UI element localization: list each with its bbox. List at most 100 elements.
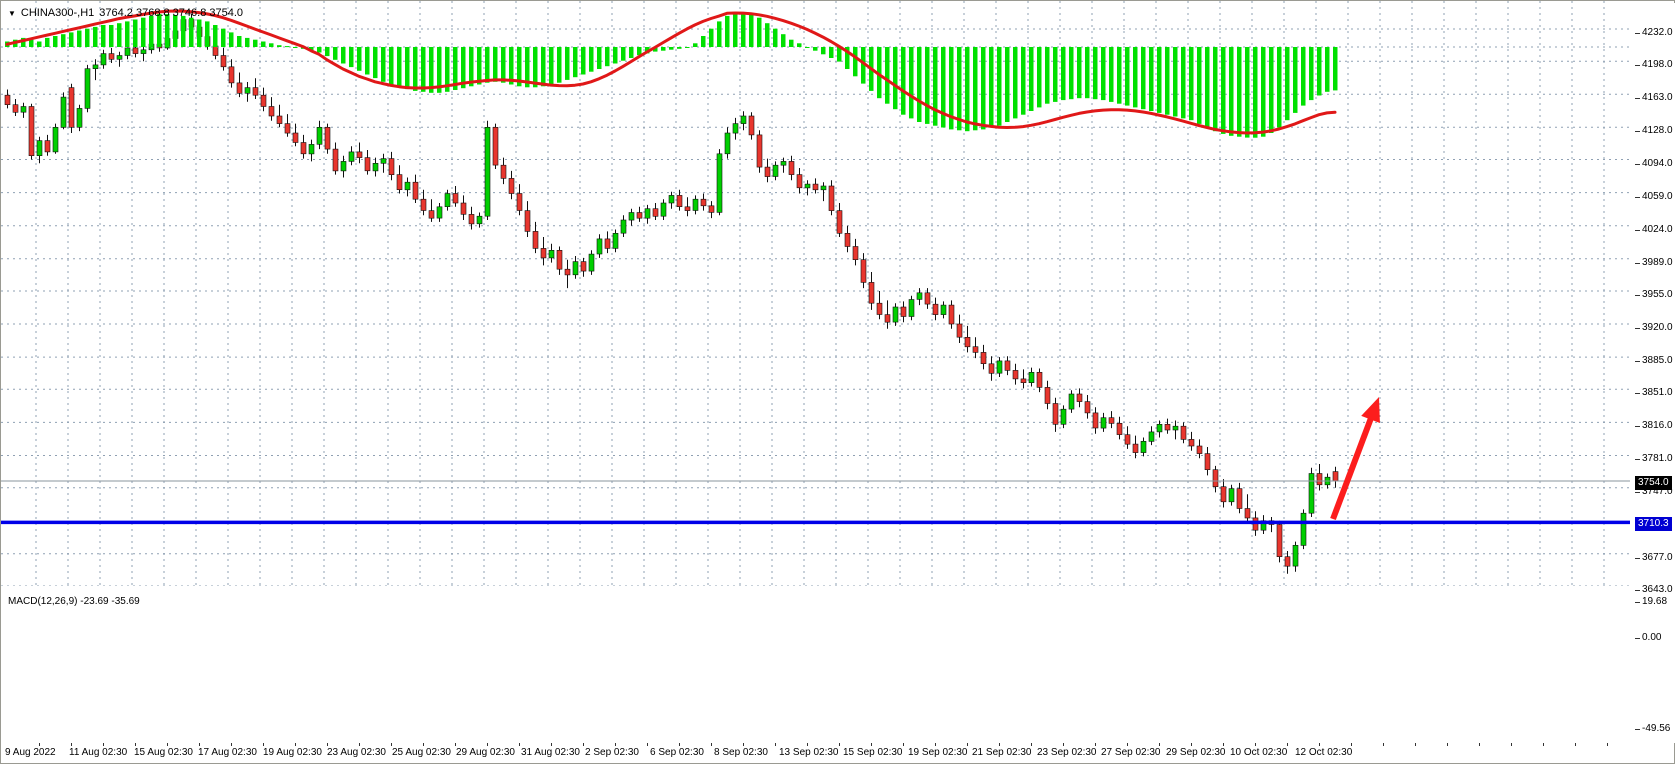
candle <box>1021 379 1026 383</box>
candle <box>349 152 354 162</box>
candle <box>925 293 930 304</box>
macd-histogram-bar <box>365 47 370 75</box>
macd-histogram-bar <box>997 47 1002 126</box>
chart-title: ▼ CHINA300-,H1 3764.2 3768.8 3746.8 3754… <box>8 7 243 19</box>
candle <box>829 186 834 211</box>
macd-histogram-bar <box>1269 47 1274 133</box>
macd-histogram-bar <box>549 47 554 85</box>
price-tick <box>1635 263 1640 264</box>
macd-histogram-bar <box>981 47 986 129</box>
macd-histogram-bar <box>1317 47 1322 96</box>
time-axis-label: 2 Sep 02:30 <box>585 747 639 758</box>
price-tick <box>1635 426 1640 427</box>
ohlc-values: 3764.2 3768.8 3746.8 3754.0 <box>99 7 243 19</box>
time-tick <box>263 743 264 746</box>
candle <box>957 324 962 337</box>
macd-histogram-bar <box>901 47 906 115</box>
candle <box>405 182 410 190</box>
time-tick <box>1351 743 1352 746</box>
candle <box>509 178 514 193</box>
time-tick <box>1319 743 1320 746</box>
candle <box>845 233 850 246</box>
macd-histogram-bar <box>1325 47 1330 92</box>
macd-histogram-bar <box>325 47 330 56</box>
candle <box>1221 487 1226 502</box>
candle <box>453 194 458 204</box>
time-tick <box>167 743 168 746</box>
macd-histogram-bar <box>141 18 146 47</box>
time-tick <box>903 743 904 746</box>
time-tick <box>1159 743 1160 746</box>
candle <box>365 158 370 171</box>
macd-histogram-bar <box>909 47 914 118</box>
trend-arrow-head[interactable] <box>1361 397 1380 423</box>
candle <box>1157 424 1162 432</box>
macd-histogram-bar <box>677 47 682 49</box>
macd-histogram-bar <box>317 47 322 53</box>
price-axis-label: 4232.0 <box>1642 27 1673 38</box>
time-tick <box>1031 743 1032 746</box>
time-tick <box>295 743 296 746</box>
macd-histogram-bar <box>1205 47 1210 128</box>
macd-indicator-pane[interactable] <box>1 588 1632 739</box>
time-tick <box>199 743 200 746</box>
macd-svg <box>1 1 1630 150</box>
time-tick <box>327 743 328 746</box>
macd-histogram-bar <box>333 47 338 60</box>
time-axis-label: 19 Sep 02:30 <box>908 747 968 758</box>
macd-histogram-bar <box>597 47 602 69</box>
price-axis-label: 3851.0 <box>1642 387 1673 398</box>
macd-histogram-bar <box>741 12 746 47</box>
macd-histogram-bar <box>1309 47 1314 100</box>
macd-histogram-bar <box>1125 47 1130 106</box>
candle <box>1109 418 1114 424</box>
time-tick <box>999 743 1000 746</box>
macd-histogram-bar <box>813 47 818 51</box>
macd-histogram-bar <box>1005 47 1010 122</box>
macd-histogram-bar <box>173 15 178 47</box>
macd-histogram-bar <box>165 14 170 47</box>
time-axis[interactable]: 9 Aug 202211 Aug 02:3015 Aug 02:3017 Aug… <box>3 743 1634 763</box>
candle <box>973 347 978 353</box>
macd-histogram-bar <box>749 13 754 47</box>
time-axis-label: 23 Sep 02:30 <box>1037 747 1097 758</box>
candle <box>629 213 634 221</box>
macd-histogram-bar <box>973 47 978 130</box>
candle <box>381 159 386 164</box>
candle <box>917 293 922 300</box>
candle <box>997 361 1002 373</box>
macd-histogram-bar <box>221 29 226 47</box>
trend-arrow[interactable] <box>1333 416 1372 519</box>
candle <box>941 305 946 315</box>
symbol-dropdown-icon[interactable]: ▼ <box>8 9 16 18</box>
price-tick <box>1635 492 1640 493</box>
time-tick <box>807 743 808 746</box>
macd-histogram-bar <box>213 25 218 47</box>
candle <box>589 254 594 271</box>
macd-histogram-bar <box>581 47 586 75</box>
macd-histogram-bar <box>117 23 122 47</box>
time-tick <box>711 743 712 746</box>
macd-histogram-bar <box>1013 47 1018 118</box>
candle <box>1053 404 1058 425</box>
candle <box>557 250 562 269</box>
macd-histogram-bar <box>61 34 66 47</box>
price-axis[interactable]: 4232.04198.04163.04128.04094.04059.04024… <box>1635 3 1675 743</box>
macd-histogram-bar <box>885 47 890 104</box>
price-tick <box>1635 459 1640 460</box>
candle <box>685 207 690 211</box>
time-tick <box>39 743 40 746</box>
macd-histogram-bar <box>725 16 730 47</box>
macd-tick <box>1635 638 1640 639</box>
macd-histogram-bar <box>1301 47 1306 106</box>
time-tick <box>487 743 488 746</box>
macd-histogram-bar <box>1029 47 1034 111</box>
candle <box>709 206 714 213</box>
time-tick <box>423 743 424 746</box>
macd-histogram-bar <box>1141 47 1146 109</box>
price-tick <box>1635 295 1640 296</box>
macd-histogram-bar <box>1157 47 1162 113</box>
macd-histogram-bar <box>1333 47 1338 90</box>
macd-histogram-bar <box>693 43 698 47</box>
macd-histogram-bar <box>237 36 242 47</box>
